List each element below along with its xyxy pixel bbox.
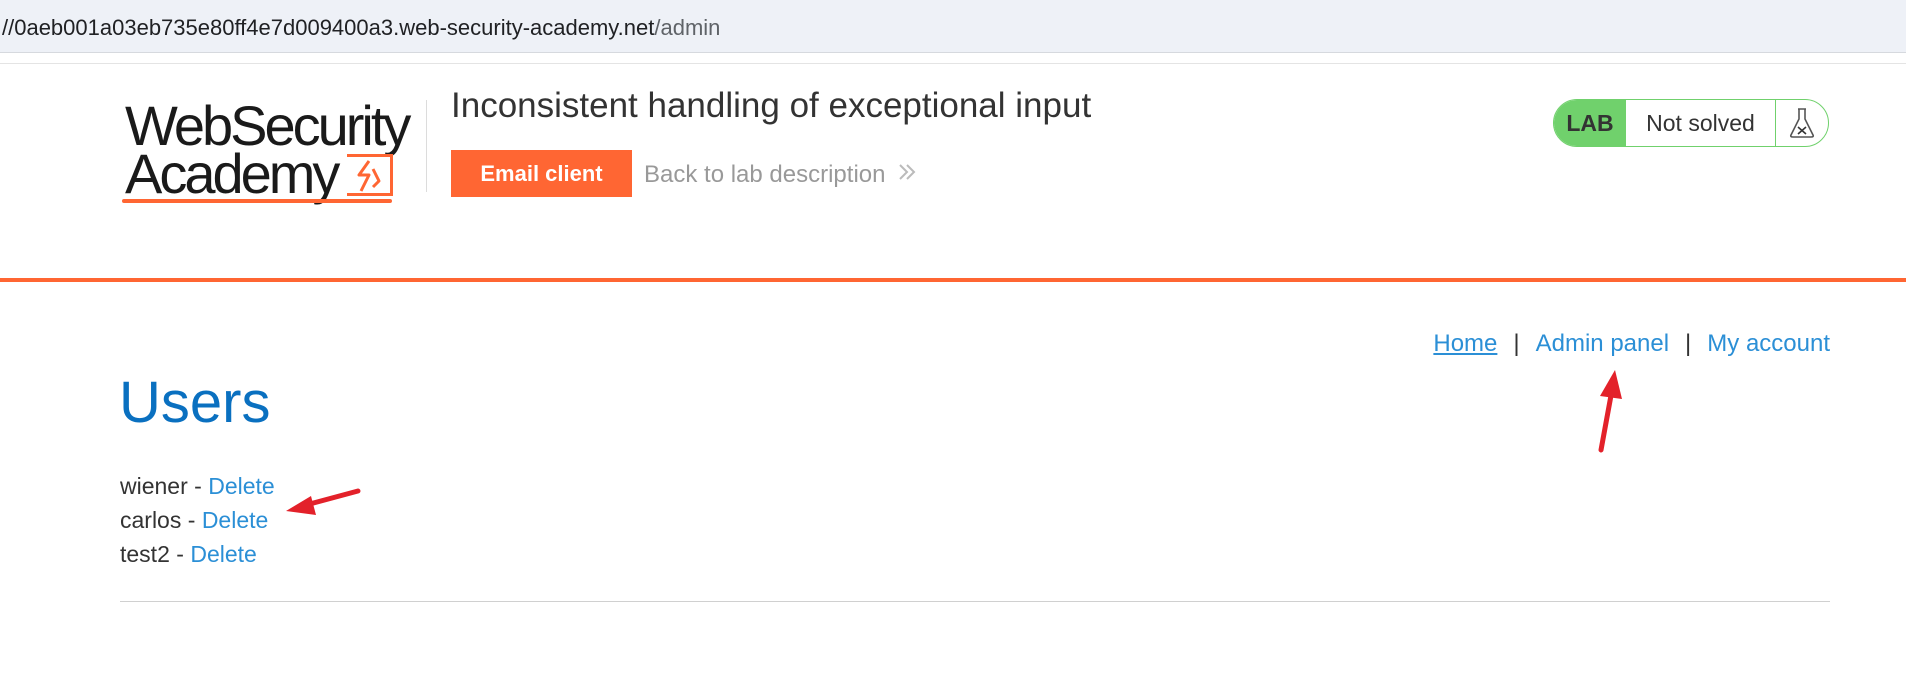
annotation-overlay	[286, 370, 1622, 515]
annotation-arrow-admin-panel-icon	[1598, 370, 1622, 453]
annotation-arrow-carlos-icon	[286, 488, 361, 515]
